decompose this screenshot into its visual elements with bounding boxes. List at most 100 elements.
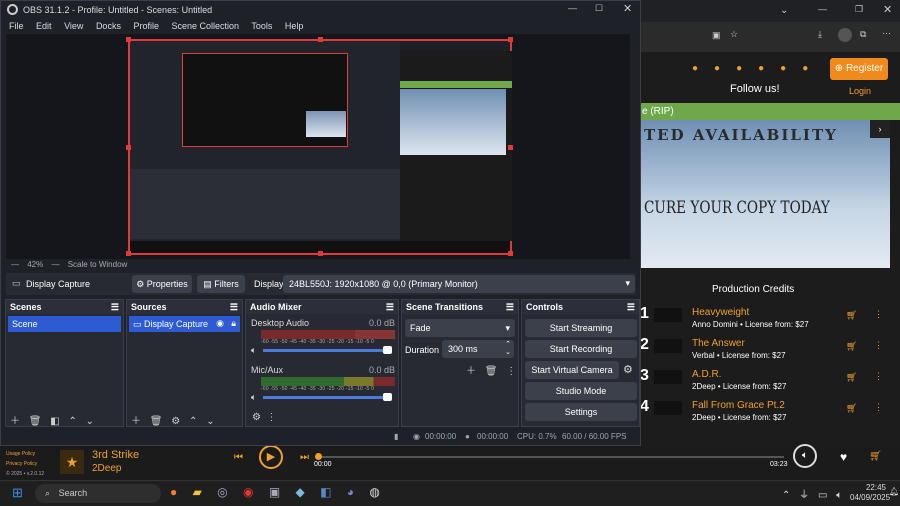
trash-icon[interactable]: 🗑︎ (29, 416, 42, 427)
cart-icon[interactable]: 🛒︎ (846, 310, 857, 321)
scene-item[interactable]: Scene (8, 316, 121, 332)
close-icon[interactable]: ✕ (883, 3, 892, 16)
trash-icon[interactable]: 🗑︎ (150, 416, 163, 427)
up-icon[interactable]: ⌃ (189, 416, 197, 427)
display-select[interactable]: 24BL550J: 1920x1080 @ 0,0 (Primary Monit… (283, 275, 635, 293)
more-icon[interactable]: ⋮ (874, 402, 883, 413)
monitor-icon[interactable]: ▭ (818, 490, 827, 501)
download-icon[interactable]: ⤓ (818, 29, 822, 40)
more-icon[interactable]: ⋮ (267, 412, 277, 423)
windows-start-icon[interactable]: ⊞ (12, 485, 23, 501)
gear-icon[interactable]: ⚙ (171, 416, 180, 427)
credit-title[interactable]: A.D.R. (692, 369, 721, 380)
resize-handle[interactable] (126, 251, 131, 256)
cart-icon[interactable]: 🛒︎ (869, 451, 882, 462)
taskbar-search[interactable]: ⌕ Search (35, 484, 161, 503)
dock-menu-icon[interactable]: ☰ (111, 302, 119, 313)
discord-icon[interactable]: ◕ (347, 485, 354, 499)
app-icon[interactable]: ◧ (320, 485, 331, 499)
app-icon[interactable]: ▣ (269, 485, 280, 499)
volume-slider-handle[interactable] (383, 393, 392, 401)
add-icon[interactable]: ＋ (466, 366, 476, 377)
trash-icon[interactable]: 🗑︎ (485, 366, 498, 377)
volume-icon[interactable]: 🔈︎ (836, 490, 842, 501)
notification-icon[interactable]: 🔔︎ (889, 487, 899, 496)
profile-avatar[interactable] (838, 28, 852, 42)
resize-handle[interactable] (508, 251, 513, 256)
steam-icon[interactable]: ◎ (217, 485, 227, 499)
menu-help[interactable]: Help (285, 21, 304, 31)
eye-icon[interactable]: ◉ (216, 318, 224, 329)
menu-edit[interactable]: Edit (36, 21, 52, 31)
menu-profile[interactable]: Profile (133, 21, 159, 31)
dock-menu-icon[interactable]: ☰ (230, 302, 238, 313)
next-icon[interactable]: ⏭ (300, 452, 309, 463)
properties-button[interactable]: ⚙ Properties (132, 275, 192, 293)
maximize-icon[interactable]: ❐ (855, 4, 863, 15)
list-item[interactable]: 1 Heavyweight Anno Domini • License from… (640, 300, 890, 331)
credit-title[interactable]: Fall From Grace Pt.2 (692, 400, 785, 411)
duration-field[interactable]: 300 ms ⌃ ⌄ (442, 340, 514, 358)
add-icon[interactable]: ＋ (131, 416, 141, 427)
resize-handle[interactable] (508, 37, 513, 42)
add-icon[interactable]: ＋ (10, 416, 20, 427)
minimize-icon[interactable]: — (818, 4, 827, 14)
more-icon[interactable]: ⋮ (874, 371, 883, 382)
menu-scene-collection[interactable]: Scene Collection (172, 21, 240, 31)
track-title[interactable]: 3rd Strike (92, 449, 139, 461)
play-button[interactable]: ▶ (259, 445, 283, 469)
app-icon[interactable]: ◆ (296, 485, 305, 499)
firefox-icon[interactable]: ● (170, 485, 177, 499)
menu-docks[interactable]: Docks (96, 21, 121, 31)
start-recording-button[interactable]: Start Recording (525, 340, 637, 358)
cart-icon[interactable]: 🛒︎ (846, 341, 857, 352)
stepper-down-icon[interactable]: ⌄ (505, 348, 511, 356)
chevron-up-icon[interactable]: ⌃ (782, 490, 790, 501)
preview-canvas[interactable] (6, 34, 630, 259)
list-item[interactable]: 3 A.D.R. 2Deep • License from: $27 🛒︎ ⋮ (640, 362, 890, 393)
list-item[interactable]: 4 Fall From Grace Pt.2 2Deep • License f… (640, 393, 890, 424)
extensions-icon[interactable]: ⧉ (860, 29, 866, 40)
more-icon[interactable]: ⋮ (506, 366, 516, 377)
filters-button[interactable]: ▤ Filters (197, 275, 245, 293)
advanced-audio-icon[interactable]: ⚙ (252, 412, 261, 423)
previous-icon[interactable]: ⏮ (234, 452, 243, 463)
menu-view[interactable]: View (64, 21, 83, 31)
list-item[interactable]: 2 The Answer Verbal • License from: $27 … (640, 331, 890, 362)
credit-title[interactable]: Heavyweight (692, 307, 749, 318)
volume-slider[interactable] (263, 349, 387, 352)
tab-list-icon[interactable]: ⌄ (780, 5, 788, 16)
dock-menu-icon[interactable]: ☰ (627, 302, 635, 313)
privacy-policy-link[interactable]: Privacy Policy (6, 459, 44, 469)
down-icon[interactable]: ⌄ (206, 416, 214, 427)
social-icons[interactable]: ●●●●●● (692, 63, 824, 74)
carousel-next-button[interactable]: › (870, 120, 890, 138)
resize-handle[interactable] (318, 37, 323, 42)
volume-slider[interactable] (263, 396, 387, 399)
progress-track[interactable] (318, 456, 784, 458)
lock-icon[interactable]: 🔒︎ (231, 318, 236, 329)
track-artist[interactable]: 2Deep (92, 463, 121, 474)
gear-icon[interactable]: ⚙ (623, 363, 633, 376)
more-icon[interactable]: ⋮ (874, 309, 883, 320)
cart-icon[interactable]: 🛒︎ (846, 372, 857, 383)
start-streaming-button[interactable]: Start Streaming (525, 319, 637, 337)
app-icon[interactable]: ◉ (243, 485, 253, 499)
volume-button[interactable]: 🔈︎ (793, 444, 817, 468)
close-icon[interactable]: ✕ (623, 2, 632, 15)
register-button[interactable]: ⊕ Register (830, 58, 888, 80)
source-item[interactable]: ▭ Display Capture ◉ 🔒︎ (129, 316, 240, 332)
resize-handle[interactable] (126, 145, 131, 150)
maximize-icon[interactable]: ☐ (595, 3, 603, 14)
bookmark-star-icon[interactable]: ☆ (730, 29, 738, 40)
transition-select[interactable]: Fade ▾ (405, 319, 515, 337)
resize-handle[interactable] (126, 37, 131, 42)
stepper-up-icon[interactable]: ⌃ (505, 340, 511, 348)
more-icon[interactable]: ⋮ (874, 340, 883, 351)
dock-menu-icon[interactable]: ☰ (506, 302, 514, 313)
up-icon[interactable]: ⌃ (69, 416, 77, 427)
studio-mode-button[interactable]: Studio Mode (525, 382, 637, 400)
resize-handle[interactable] (318, 251, 323, 256)
screenshot-icon[interactable]: ▣ (712, 30, 721, 41)
progress-handle[interactable] (315, 453, 322, 460)
